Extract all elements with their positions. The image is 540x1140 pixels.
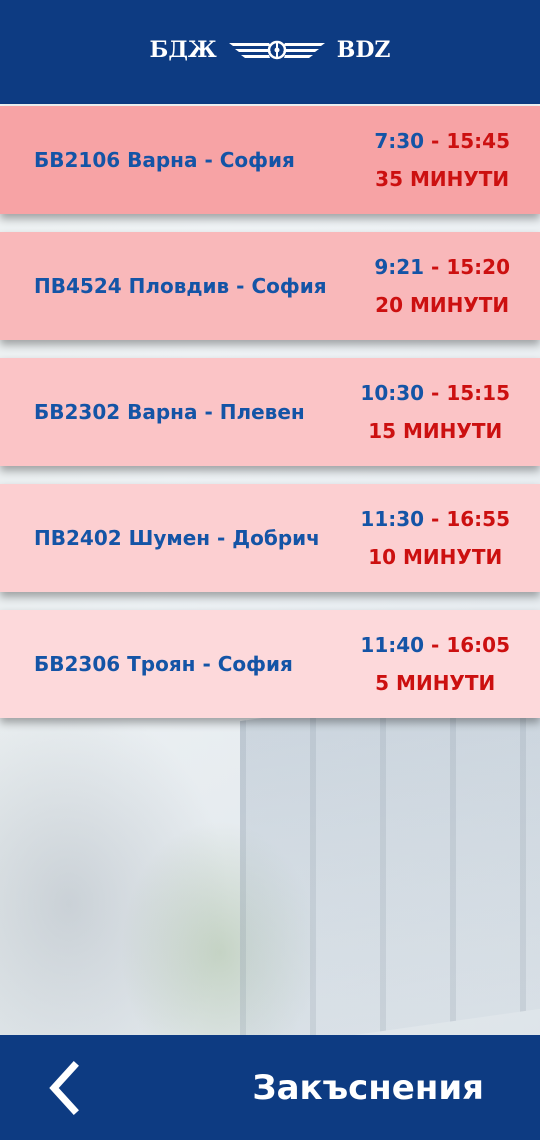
delay-card[interactable]: БВ2306 Троян - София 11:40 - 16:05 5 МИНУТ… xyxy=(0,610,540,718)
train-times: 11:40 - 16:05 xyxy=(360,633,510,657)
app-header: БДЖ BDZ xyxy=(0,0,540,104)
winged-wheel-icon xyxy=(228,40,325,60)
departure-time: 10:30 xyxy=(360,381,425,405)
delay-card[interactable]: БВ2302 Варна - Плевен 10:30 - 15:15 15 МИН… xyxy=(0,358,540,466)
departure-time: 11:40 xyxy=(360,633,425,657)
app-footer: Закъснения xyxy=(0,1035,540,1140)
delay-info: 7:30 - 15:45 35 МИНУТИ xyxy=(374,129,510,191)
train-route: БВ2106 Варна - София xyxy=(34,148,295,172)
time-separator: - xyxy=(424,633,447,657)
time-separator: - xyxy=(424,381,447,405)
delays-list: БВ2106 Варна - София 7:30 - 15:45 35 МИНУТ… xyxy=(0,106,540,736)
time-separator: - xyxy=(424,255,447,279)
delay-info: 11:40 - 16:05 5 МИНУТИ xyxy=(360,633,510,695)
arrival-time: 15:15 xyxy=(446,381,510,405)
logo-text-cyrillic: БДЖ xyxy=(149,37,217,63)
logo-text-latin: BDZ xyxy=(336,37,391,63)
delay-info: 10:30 - 15:15 15 МИНУТИ xyxy=(360,381,510,443)
delay-minutes: 5 МИНУТИ xyxy=(375,671,496,695)
train-times: 9:21 - 15:20 xyxy=(374,255,510,279)
train-route: БВ2306 Троян - София xyxy=(34,652,293,676)
bdz-logo: БДЖ BDZ xyxy=(150,37,391,63)
train-times: 11:30 - 16:55 xyxy=(360,507,510,531)
train-route: ПВ2402 Шумен - Добрич xyxy=(34,526,320,550)
delay-card[interactable]: ПВ2402 Шумен - Добрич 11:30 - 16:55 10 МИН… xyxy=(0,484,540,592)
time-separator: - xyxy=(424,129,447,153)
delay-card[interactable]: ПВ4524 Пловдив - София 9:21 - 15:20 20 МИН… xyxy=(0,232,540,340)
delay-minutes: 10 МИНУТИ xyxy=(368,545,503,569)
departure-time: 9:21 xyxy=(374,255,425,279)
train-route: ПВ4524 Пловдив - София xyxy=(34,274,327,298)
arrival-time: 15:45 xyxy=(446,129,510,153)
arrival-time: 16:05 xyxy=(446,633,510,657)
train-times: 7:30 - 15:45 xyxy=(374,129,510,153)
delay-card[interactable]: БВ2106 Варна - София 7:30 - 15:45 35 МИНУТ… xyxy=(0,106,540,214)
delay-minutes: 15 МИНУТИ xyxy=(368,419,503,443)
train-times: 10:30 - 15:15 xyxy=(360,381,510,405)
delay-info: 9:21 - 15:20 20 МИНУТИ xyxy=(374,255,510,317)
delay-info: 11:30 - 16:55 10 МИНУТИ xyxy=(360,507,510,569)
departure-time: 11:30 xyxy=(360,507,425,531)
time-separator: - xyxy=(424,507,447,531)
departure-time: 7:30 xyxy=(374,129,425,153)
arrival-time: 16:55 xyxy=(446,507,510,531)
train-route: БВ2302 Варна - Плевен xyxy=(34,400,305,424)
page-title: Закъснения xyxy=(252,1067,484,1108)
arrival-time: 15:20 xyxy=(446,255,510,279)
delay-minutes: 20 МИНУТИ xyxy=(375,293,510,317)
delay-minutes: 35 МИНУТИ xyxy=(375,167,510,191)
chevron-left-icon[interactable] xyxy=(44,1060,84,1116)
